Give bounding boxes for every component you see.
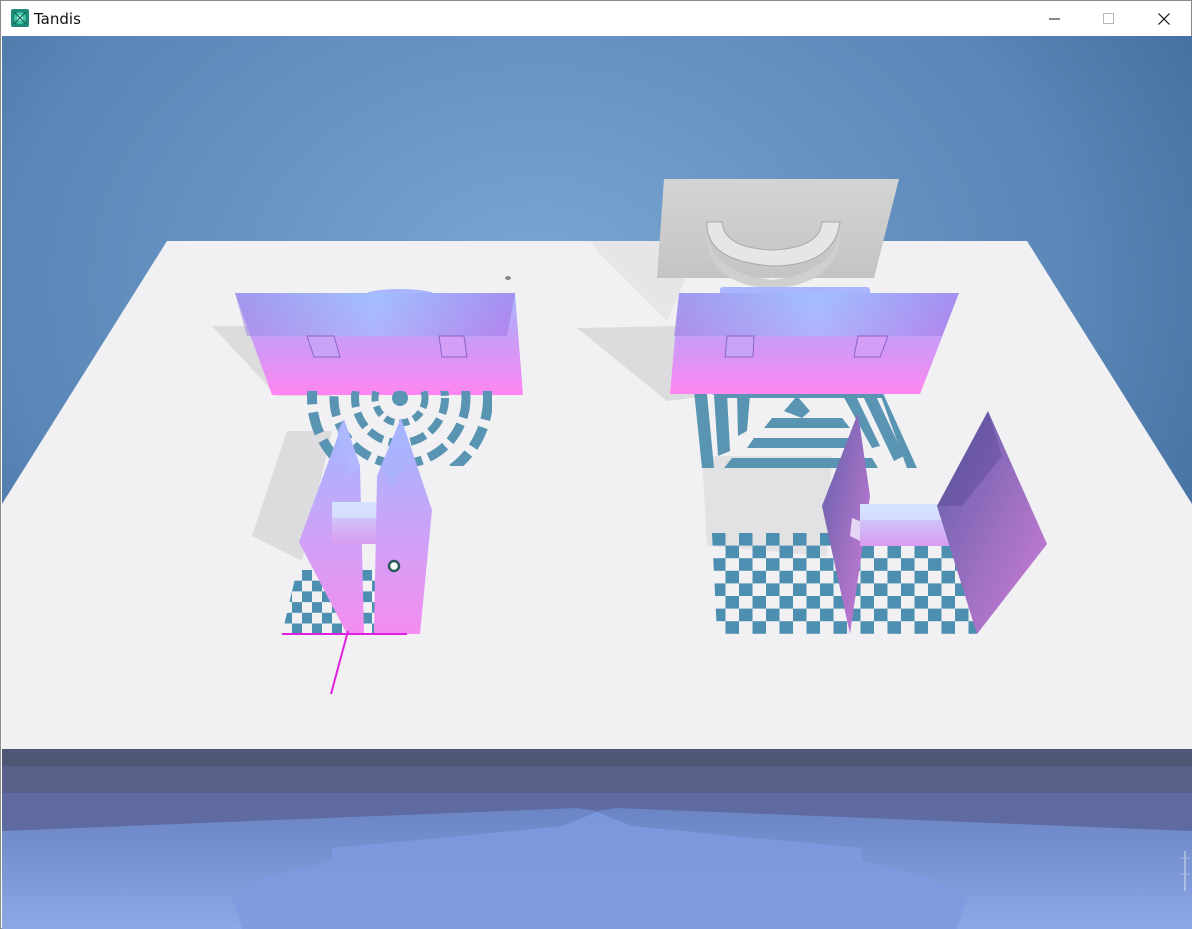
checker-tile	[725, 621, 739, 634]
left-panel-slot-2[interactable]	[438, 335, 468, 358]
checker-tile	[820, 608, 834, 622]
checker-tile	[793, 558, 807, 571]
checker-tile	[712, 558, 726, 571]
checker-tile	[312, 623, 322, 634]
checker-tile	[941, 621, 955, 634]
checker-tile	[725, 596, 739, 609]
checker-tile	[752, 596, 766, 609]
left-top-panel-glow	[235, 293, 515, 336]
checker-tile	[793, 583, 807, 596]
maximize-icon	[1103, 12, 1114, 24]
checker-tile	[914, 596, 928, 609]
checker-tile	[806, 621, 820, 634]
checker-tile	[739, 583, 753, 596]
game-scene[interactable]	[2, 36, 1192, 929]
checker-tile	[820, 583, 834, 596]
checker-tile	[766, 608, 780, 622]
checker-tile	[955, 608, 969, 622]
right-panel-slot-1[interactable]	[724, 335, 755, 358]
checker-tile	[874, 608, 888, 622]
checker-tile	[874, 558, 888, 571]
checker-tile	[766, 583, 780, 596]
checker-tile	[901, 608, 915, 622]
checker-tile	[860, 596, 874, 609]
checker-tile	[739, 608, 753, 622]
table-edge-lower	[2, 766, 1192, 793]
checker-tile	[887, 596, 901, 609]
checker-tile	[739, 558, 753, 571]
maximize-button[interactable]	[1082, 1, 1136, 36]
app-window: Tandis	[0, 0, 1192, 929]
minimize-icon	[1049, 18, 1060, 19]
checker-tile	[874, 583, 888, 596]
checker-tile	[292, 602, 302, 613]
checker-tile	[779, 596, 793, 609]
checker-tile	[302, 612, 312, 624]
checker-tile	[739, 533, 753, 546]
small-dot	[505, 276, 511, 280]
checker-tile	[941, 596, 955, 609]
checker-tile	[302, 570, 312, 581]
checker-tile	[793, 608, 807, 622]
checker-tile	[779, 545, 793, 559]
checker-tile	[779, 570, 793, 584]
checker-tile	[779, 621, 793, 634]
checker-tile	[806, 545, 820, 559]
checker-tile	[887, 570, 901, 584]
checker-tile	[766, 533, 780, 546]
checker-tile	[793, 533, 807, 546]
checker-tile	[712, 533, 726, 546]
checker-tile	[292, 623, 302, 634]
app-logo-icon	[11, 9, 29, 27]
checker-tile	[928, 558, 942, 571]
checker-tile	[752, 570, 766, 584]
checker-tile	[887, 621, 901, 634]
title-bar[interactable]: Tandis	[1, 1, 1191, 36]
checker-tile	[362, 591, 372, 603]
checker-tile	[302, 591, 312, 603]
checker-tile	[332, 623, 342, 634]
close-button[interactable]	[1137, 1, 1191, 36]
checker-tile	[312, 602, 322, 613]
window-title: Tandis	[34, 10, 81, 28]
checker-tile	[752, 621, 766, 634]
close-icon	[1158, 12, 1170, 25]
checker-tile	[914, 621, 928, 634]
checker-tile	[806, 596, 820, 609]
checker-tile	[820, 558, 834, 571]
checker-tile	[928, 583, 942, 596]
checker-tile	[725, 545, 739, 559]
checker-tile	[928, 608, 942, 622]
checker-tile	[914, 545, 928, 559]
game-viewport[interactable]	[2, 36, 1192, 929]
checker-tile	[860, 570, 874, 584]
right-top-panel-glow	[674, 293, 959, 336]
checker-tile	[901, 558, 915, 571]
checker-tile	[901, 583, 915, 596]
checker-tile	[362, 570, 372, 581]
checker-tile	[833, 621, 847, 634]
checker-tile	[914, 570, 928, 584]
checker-tile	[860, 621, 874, 634]
checker-tile	[941, 570, 955, 584]
cursor-marker[interactable]	[387, 559, 401, 573]
checker-tile	[322, 612, 332, 624]
checker-tile	[887, 545, 901, 559]
minimize-button[interactable]	[1028, 1, 1082, 36]
checker-tile	[725, 570, 739, 584]
checker-tile	[766, 558, 780, 571]
checker-tile	[806, 570, 820, 584]
checker-tile	[752, 545, 766, 559]
